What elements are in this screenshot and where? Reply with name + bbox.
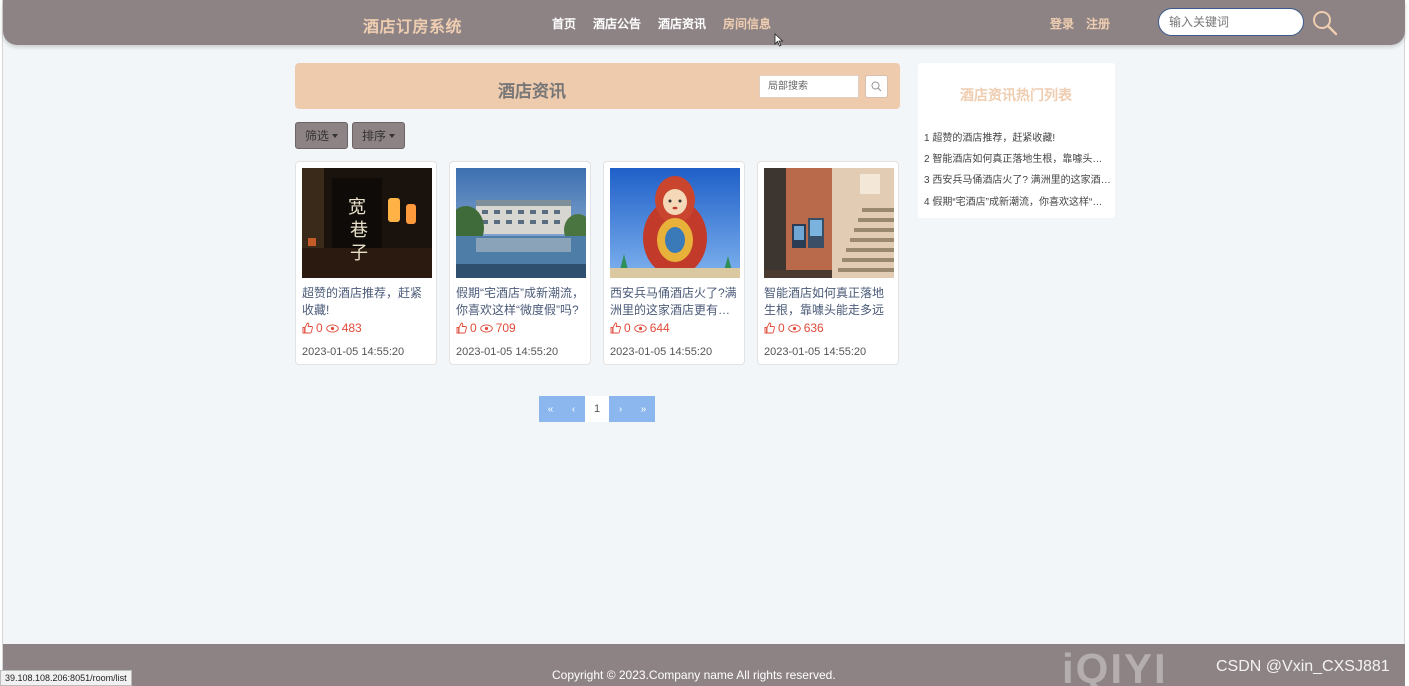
news-stats: 0 709 — [456, 321, 516, 335]
news-card[interactable]: 西安兵马俑酒店火了?满洲里的这家酒店更有特色 0 644 2023-01-05 … — [603, 161, 745, 365]
filter-label: 筛选 — [305, 129, 330, 143]
login-link[interactable]: 登录 — [1050, 15, 1074, 32]
nav-item-rooms[interactable]: 房间信息 — [723, 15, 771, 32]
csdn-watermark: CSDN @Vxin_CXSJ881 — [1216, 658, 1390, 675]
page-prev-button[interactable]: ‹ — [562, 396, 585, 422]
hot-list-title: 酒店资讯热门列表 — [960, 87, 1072, 103]
news-date: 2023-01-05 14:55:20 — [764, 346, 867, 358]
like-count: 0 — [624, 321, 631, 335]
view-count: 644 — [649, 321, 670, 335]
news-card[interactable]: 假期“宅酒店”成新潮流，你喜欢这样“微度假”吗? 0 709 2023-01-0… — [449, 161, 591, 365]
news-card[interactable]: 智能酒店如何真正落地生根，靠噱头能走多远 0 636 2023-01-05 14… — [757, 161, 899, 365]
sort-dropdown[interactable]: 排序 — [352, 122, 406, 149]
svg-text:宽: 宽 — [348, 197, 366, 218]
thumbs-up-icon[interactable] — [764, 322, 775, 334]
status-bar-url: 39.108.108.206:8051/room/list — [0, 670, 132, 686]
news-date: 2023-01-05 14:55:20 — [456, 346, 559, 358]
nav-item-home[interactable]: 首页 — [552, 15, 576, 32]
pagination: « ‹ 1 › » — [539, 396, 655, 422]
thumbs-up-icon[interactable] — [610, 322, 621, 334]
page-last-button[interactable]: » — [632, 396, 655, 422]
nav-item-announcements[interactable]: 酒店公告 — [593, 15, 641, 32]
caret-down-icon — [389, 134, 396, 138]
register-link[interactable]: 注册 — [1086, 15, 1110, 32]
news-title[interactable]: 西安兵马俑酒店火了?满洲里的这家酒店更有特色 — [610, 285, 740, 319]
iqiyi-watermark: iQIYI — [1062, 645, 1168, 686]
news-image — [764, 168, 894, 278]
news-image — [610, 168, 740, 278]
hot-list-item[interactable]: 4 假期“宅酒店”成新潮流，你喜欢这样“微度假”吗? — [924, 193, 1112, 208]
news-image: 宽 巷 子 — [302, 168, 432, 278]
page-next-button[interactable]: › — [609, 396, 632, 422]
news-title[interactable]: 智能酒店如何真正落地生根，靠噱头能走多远 — [764, 285, 894, 319]
news-image — [456, 168, 586, 278]
view-count: 483 — [341, 321, 362, 335]
thumbs-up-icon[interactable] — [302, 322, 313, 334]
svg-text:子: 子 — [350, 243, 368, 264]
thumbs-up-icon[interactable] — [456, 322, 467, 334]
local-search-button[interactable] — [865, 75, 888, 98]
keyword-search-input[interactable] — [1158, 8, 1304, 36]
view-count: 636 — [803, 321, 824, 335]
hot-list-item[interactable]: 2 智能酒店如何真正落地生根，靠噱头能走多远 — [924, 150, 1112, 165]
news-date: 2023-01-05 14:55:20 — [610, 346, 713, 358]
like-count: 0 — [316, 321, 323, 335]
news-stats: 0 483 — [302, 321, 362, 335]
news-card[interactable]: 宽 巷 子 超赞的酒店推荐，赶紧收藏! 0 483 2023-01-05 14:… — [295, 161, 437, 365]
eye-icon — [787, 323, 801, 333]
page-current[interactable]: 1 — [585, 396, 609, 422]
sort-label: 排序 — [362, 129, 387, 143]
local-search-input[interactable] — [759, 75, 859, 98]
hot-list-item[interactable]: 1 超赞的酒店推荐，赶紧收藏! — [924, 129, 1112, 144]
filter-dropdown[interactable]: 筛选 — [295, 122, 349, 149]
site-brand[interactable]: 酒店订房系统 — [363, 13, 462, 37]
like-count: 0 — [778, 321, 785, 335]
nav-item-news[interactable]: 酒店资讯 — [658, 15, 706, 32]
mouse-cursor-icon — [774, 33, 784, 47]
news-title[interactable]: 超赞的酒店推荐，赶紧收藏! — [302, 285, 432, 319]
news-stats: 0 636 — [764, 321, 824, 335]
like-count: 0 — [470, 321, 477, 335]
news-title[interactable]: 假期“宅酒店”成新潮流，你喜欢这样“微度假”吗? — [456, 285, 586, 319]
hot-list-item[interactable]: 3 西安兵马俑酒店火了? 满洲里的这家酒店更有特色 — [924, 171, 1112, 186]
copyright-text: Copyright © 2023.Company name All rights… — [552, 668, 836, 682]
eye-icon — [479, 323, 493, 333]
auth-links: 登录 注册 — [1050, 15, 1110, 32]
news-date: 2023-01-05 14:55:20 — [302, 346, 405, 358]
search-icon — [871, 81, 882, 92]
page-first-button[interactable]: « — [539, 396, 562, 422]
news-stats: 0 644 — [610, 321, 670, 335]
search-icon[interactable] — [1312, 10, 1338, 36]
eye-icon — [325, 323, 339, 333]
page-title: 酒店资讯 — [498, 82, 566, 101]
eye-icon — [633, 323, 647, 333]
main-nav: 首页 酒店公告 酒店资讯 房间信息 — [552, 15, 788, 32]
caret-down-icon — [332, 134, 339, 138]
view-count: 709 — [495, 321, 516, 335]
svg-text:巷: 巷 — [350, 220, 368, 241]
